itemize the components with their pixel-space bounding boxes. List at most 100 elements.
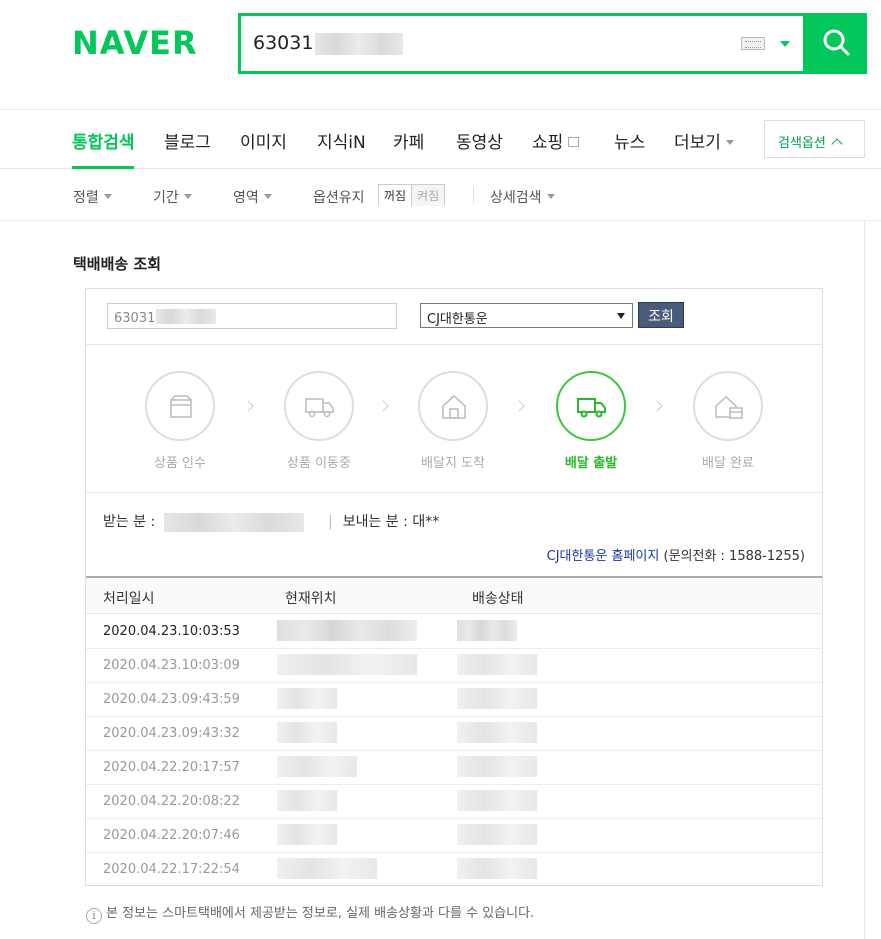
row-datetime: 2020.04.22.17:22:54 xyxy=(103,862,240,877)
receiver-info: 받는 분 : xyxy=(103,511,304,532)
redacted-text xyxy=(315,32,404,55)
step-label: 배달 출발 xyxy=(564,456,618,471)
redacted-location xyxy=(277,858,377,879)
carrier-value: CJ대한통운 xyxy=(427,312,488,327)
redacted-location xyxy=(277,756,357,777)
redacted-text xyxy=(156,309,217,324)
truck-icon xyxy=(577,398,606,418)
external-icon xyxy=(568,137,580,147)
tab-integrated[interactable]: 통합검색 xyxy=(72,128,135,153)
step-picked-up: 상품 인수 xyxy=(145,371,215,471)
filter-period[interactable]: 기간 xyxy=(153,187,192,207)
redacted-status xyxy=(457,756,537,777)
tab-shopping[interactable]: 쇼핑 xyxy=(532,128,580,153)
carrier-contact: CJ대한통운 홈페이지 (문의전화 : 1588-1255) xyxy=(547,545,805,564)
filter-detail[interactable]: 상세검색 xyxy=(490,187,555,207)
carrier-homepage-link[interactable]: CJ대한통운 홈페이지 xyxy=(547,549,660,564)
search-tabs: 통합검색 블로그 이미지 지식iN 카페 동영상 쇼핑 뉴스 더보기 검색옵션 xyxy=(0,110,881,169)
query-button[interactable]: 조회 xyxy=(638,302,684,328)
table-row: 2020.04.22.20:17:57 xyxy=(86,751,822,785)
redacted-location xyxy=(277,654,417,675)
redacted-status xyxy=(457,654,537,675)
chevron-up-icon xyxy=(831,138,843,150)
search-box[interactable]: 63031 xyxy=(238,13,806,74)
chevron-down-icon[interactable] xyxy=(780,41,790,47)
step-delivered: 배달 완료 xyxy=(693,371,763,471)
keyboard-icon[interactable] xyxy=(741,37,765,50)
naver-logo[interactable]: NAVER xyxy=(72,24,198,62)
tab-more[interactable]: 더보기 xyxy=(674,128,734,153)
divider xyxy=(864,221,865,939)
keep-option-toggle[interactable]: 꺼짐 켜짐 xyxy=(378,184,446,206)
redacted-status xyxy=(457,722,537,743)
redacted-text xyxy=(163,512,304,532)
row-datetime: 2020.04.22.20:08:22 xyxy=(103,794,240,809)
carrier-select[interactable]: CJ대한통운 xyxy=(420,303,633,328)
table-row: 2020.04.22.17:22:54 xyxy=(86,853,822,887)
search-button[interactable] xyxy=(806,13,867,74)
step-label: 배달 완료 xyxy=(702,456,754,471)
invoice-input[interactable]: 63031 xyxy=(107,303,397,329)
step-circle xyxy=(693,371,763,441)
row-datetime: 2020.04.22.20:07:46 xyxy=(103,828,240,843)
filter-area[interactable]: 영역 xyxy=(233,187,272,207)
info-icon: i xyxy=(86,908,102,924)
redacted-status xyxy=(457,790,537,811)
tab-video[interactable]: 동영상 xyxy=(456,128,503,153)
tab-blog[interactable]: 블로그 xyxy=(164,128,211,153)
notice-text: 본 정보는 스마트택배에서 제공받는 정보로, 실제 배송상황과 다를 수 있습… xyxy=(106,906,535,921)
divider xyxy=(86,492,822,493)
redacted-status xyxy=(457,688,537,709)
toggle-on[interactable]: 켜짐 xyxy=(412,185,445,206)
tab-news[interactable]: 뉴스 xyxy=(614,128,645,153)
house-box-icon xyxy=(715,395,743,419)
toggle-off[interactable]: 꺼짐 xyxy=(379,185,413,206)
redacted-location xyxy=(277,790,337,811)
table-row: 2020.04.23.10:03:53 xyxy=(86,615,822,649)
tab-cafe[interactable]: 카페 xyxy=(393,128,424,153)
step-arrived: 배달지 도착 xyxy=(418,371,488,471)
caret-down-icon xyxy=(725,140,734,145)
filter-area-label: 영역 xyxy=(233,190,259,206)
column-header: 처리일시 xyxy=(103,591,155,607)
box-icon xyxy=(170,395,192,418)
caret-down-icon xyxy=(546,194,555,199)
invoice-prefix: 63031 xyxy=(114,311,156,326)
redacted-status xyxy=(457,824,537,845)
divider xyxy=(86,344,822,345)
notice: i 본 정보는 스마트택배에서 제공받는 정보로, 실제 배송상황과 다를 수 있… xyxy=(86,902,534,924)
redacted-location xyxy=(277,688,337,709)
chevron-right-icon xyxy=(242,400,254,412)
redacted-location xyxy=(277,722,337,743)
caret-down-icon xyxy=(263,194,272,199)
header: NAVER 63031 xyxy=(0,0,881,110)
filter-period-label: 기간 xyxy=(153,190,179,206)
house-icon xyxy=(442,394,466,419)
filter-detail-label: 상세검색 xyxy=(490,190,542,206)
row-datetime: 2020.04.23.10:03:09 xyxy=(103,658,240,673)
redacted-location xyxy=(277,620,417,641)
step-out-for-delivery: 배달 출발 xyxy=(556,371,626,471)
step-label: 상품 이동중 xyxy=(287,456,351,471)
chevron-right-icon xyxy=(651,400,663,412)
chevron-right-icon xyxy=(513,400,525,412)
redacted-status xyxy=(457,858,537,879)
sender-label: 보내는 분 : xyxy=(342,514,408,530)
truck-icon xyxy=(305,398,334,418)
keep-option-label: 옵션유지 xyxy=(313,190,365,206)
row-datetime: 2020.04.23.09:43:59 xyxy=(103,692,240,707)
row-datetime: 2020.04.23.09:43:32 xyxy=(103,726,240,741)
table-row: 2020.04.23.09:43:59 xyxy=(86,683,822,717)
tab-image[interactable]: 이미지 xyxy=(240,128,287,153)
step-in-transit: 상품 이동중 xyxy=(284,371,354,471)
divider xyxy=(473,187,474,203)
filter-sort[interactable]: 정렬 xyxy=(73,187,112,207)
step-circle xyxy=(556,371,626,441)
table-row: 2020.04.23.09:43:32 xyxy=(86,717,822,751)
search-options-button[interactable]: 검색옵션 xyxy=(764,120,865,158)
search-input[interactable]: 63031 xyxy=(253,32,404,55)
row-datetime: 2020.04.22.20:17:57 xyxy=(103,760,240,775)
tab-kin[interactable]: 지식iN xyxy=(317,128,366,153)
redacted-location xyxy=(277,824,337,845)
filter-sort-label: 정렬 xyxy=(73,190,99,206)
